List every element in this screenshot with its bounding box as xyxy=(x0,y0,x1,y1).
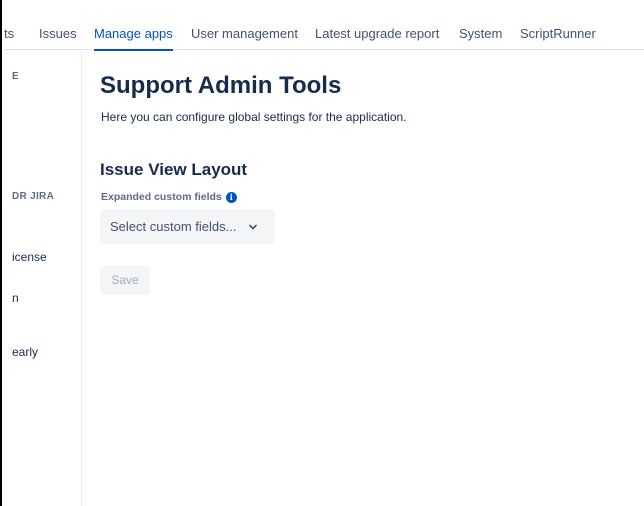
section-title: Issue View Layout xyxy=(100,160,248,179)
top-navigation: ts Issues Manage apps User management La… xyxy=(4,0,644,51)
select-placeholder: Select custom fields... xyxy=(110,219,237,234)
tab-issues[interactable]: Issues xyxy=(39,26,77,42)
info-icon[interactable]: i xyxy=(225,191,237,203)
tab-latest-upgrade-report[interactable]: Latest upgrade report xyxy=(315,26,439,42)
chevron-down-icon xyxy=(248,222,258,232)
sidebar-item-early[interactable]: early xyxy=(12,345,38,359)
custom-fields-select[interactable]: Select custom fields... xyxy=(100,209,275,244)
tab-projects[interactable]: ts xyxy=(4,26,14,42)
sidebar-item-license[interactable]: icense xyxy=(12,250,47,264)
save-button[interactable]: Save xyxy=(100,266,150,295)
page-title: Support Admin Tools xyxy=(100,72,342,99)
sidebar: E DR JIRA icense n early xyxy=(4,51,82,506)
tab-manage-apps[interactable]: Manage apps xyxy=(94,26,173,51)
tab-user-management[interactable]: User management xyxy=(191,26,298,42)
tab-scriptrunner[interactable]: ScriptRunner xyxy=(520,26,596,42)
tab-system[interactable]: System xyxy=(459,26,502,42)
field-label: Expanded custom fields i xyxy=(101,191,237,203)
sidebar-item-n[interactable]: n xyxy=(12,291,19,305)
app-window: ts Issues Manage apps User management La… xyxy=(0,0,644,506)
sidebar-heading: E xyxy=(12,71,19,82)
field-label-text: Expanded custom fields xyxy=(101,191,222,203)
page-description: Here you can configure global settings f… xyxy=(101,110,407,124)
sidebar-heading-for-jira: DR JIRA xyxy=(12,191,55,202)
